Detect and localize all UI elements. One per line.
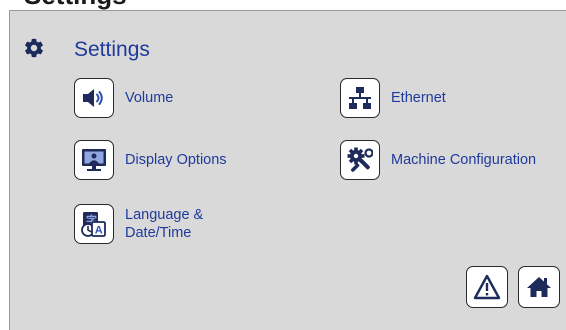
machine-configuration-icon-button[interactable] [340, 140, 380, 180]
volume-icon-button[interactable] [74, 78, 114, 118]
home-icon [527, 277, 551, 297]
tools-icon [347, 147, 373, 172]
language-datetime-button[interactable]: 字 A Language & Date/Time [74, 204, 203, 244]
top-header-cut: Settings [0, 0, 566, 10]
machine-configuration-label: Machine Configuration [391, 152, 537, 168]
machine-configuration-button[interactable]: Machine Configuration [340, 140, 536, 180]
language-datetime-icon-button[interactable]: 字 A [74, 204, 114, 244]
settings-panel: Settings Volume Ethernet Display Options… [9, 10, 566, 330]
page-title: Settings [74, 38, 150, 61]
display-options-button[interactable]: Display Options [74, 140, 227, 180]
gear-icon [25, 38, 43, 58]
ethernet-icon-button[interactable] [340, 78, 380, 118]
speaker-icon [83, 89, 103, 107]
ethernet-label: Ethernet [391, 90, 446, 106]
language-clock-icon: 字 A [81, 212, 106, 237]
volume-button[interactable]: Volume [74, 78, 173, 118]
monitor-icon [82, 149, 106, 171]
svg-text:A: A [95, 225, 103, 237]
header-partial-title: Settings [24, 0, 127, 10]
volume-label: Volume [125, 90, 174, 106]
language-datetime-label: Language & Date/Time [125, 207, 204, 241]
warning-button[interactable] [466, 266, 508, 308]
ethernet-button[interactable]: Ethernet [340, 78, 446, 118]
display-options-icon-button[interactable] [74, 140, 114, 180]
display-options-label: Display Options [125, 152, 227, 168]
home-button[interactable] [518, 266, 560, 308]
network-icon [349, 87, 371, 109]
warning-icon [473, 274, 501, 300]
